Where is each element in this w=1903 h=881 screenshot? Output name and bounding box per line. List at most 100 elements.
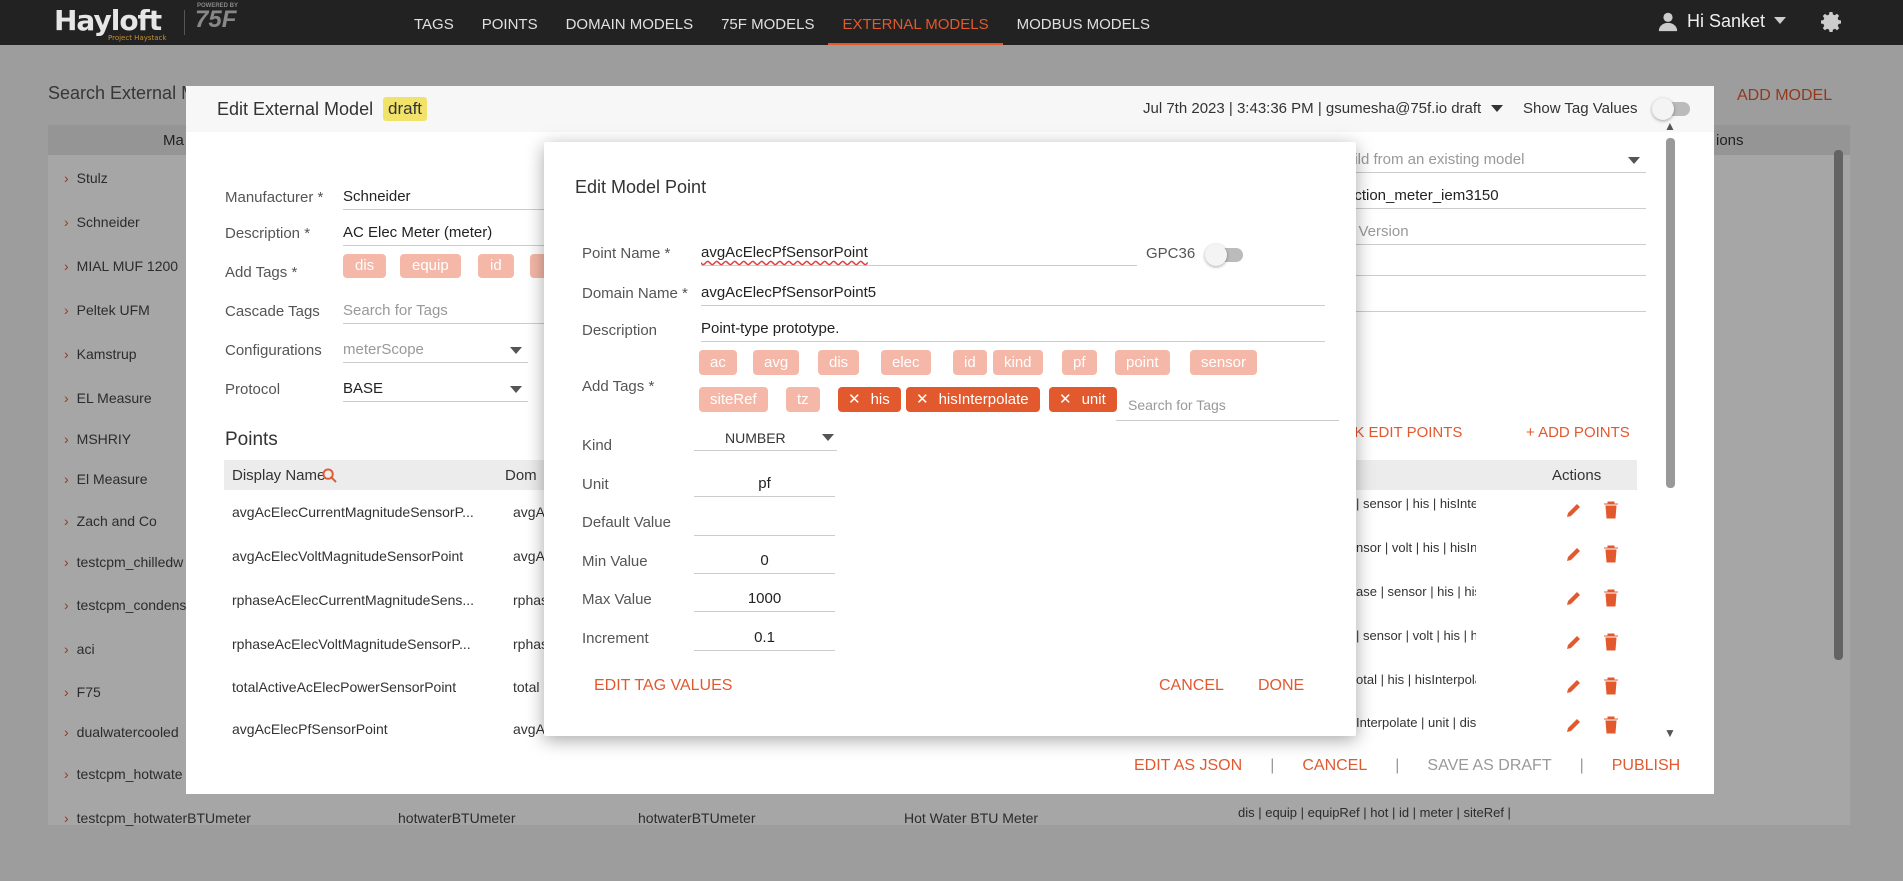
tag-chip-selected[interactable]: ✕ his <box>838 387 901 412</box>
hayloft-logo[interactable]: Hayloft Project Haystack <box>54 4 166 42</box>
version-meta: Jul 7th 2023 | 3:43:36 PM | gsumesha@75f… <box>1143 100 1482 117</box>
point-display-name: avgAcElecPfSensorPoint <box>232 721 388 737</box>
trash-icon[interactable] <box>1603 545 1619 563</box>
main-nav: TAGS POINTS DOMAIN MODELS 75F MODELS EXT… <box>400 0 1164 45</box>
trash-icon[interactable] <box>1603 677 1619 695</box>
cancel-button[interactable]: CANCEL <box>1302 757 1367 775</box>
nav-75f-models[interactable]: 75F MODELS <box>707 0 828 45</box>
build-from-existing-model-select[interactable]: uild from an existing model <box>1346 151 1646 173</box>
nav-tags[interactable]: TAGS <box>400 0 468 45</box>
tag-chip[interactable]: sensor <box>1190 350 1258 375</box>
tag-chip-selected[interactable]: ✕ unit <box>1049 387 1117 412</box>
show-tag-values-toggle[interactable] <box>1651 98 1690 121</box>
gpc36-toggle[interactable] <box>1205 244 1243 266</box>
point-tags: ase | sensor | his | hisInterp <box>1356 584 1476 599</box>
tag-chip[interactable]: id <box>478 254 514 278</box>
pencil-icon[interactable] <box>1565 501 1583 519</box>
bulk-edit-points-button[interactable]: LK EDIT POINTS <box>1346 424 1462 441</box>
trash-icon[interactable] <box>1603 589 1619 607</box>
col-domain: Dom <box>505 467 537 484</box>
nav-external-models[interactable]: EXTERNAL MODELS <box>828 0 1003 45</box>
configurations-select[interactable]: meterScope <box>343 341 528 363</box>
unit-input[interactable]: pf <box>694 475 835 497</box>
add-points-button[interactable]: + ADD POINTS <box>1526 424 1630 441</box>
model-name-field[interactable]: nction_meter_iem3150 <box>1346 187 1646 209</box>
default-value-input[interactable] <box>694 513 835 536</box>
close-icon[interactable]: ✕ <box>1059 391 1072 408</box>
tag-chip[interactable]: equip <box>400 254 461 278</box>
tag-chip[interactable]: point <box>1115 350 1170 375</box>
point-display-name: totalActiveAcElecPowerSensorPoint <box>232 679 457 695</box>
scroll-up-arrow[interactable]: ▲ <box>1664 119 1676 133</box>
trash-icon[interactable] <box>1603 716 1619 734</box>
tag-chip[interactable]: tz <box>786 387 820 412</box>
pencil-icon[interactable] <box>1565 633 1583 651</box>
footer-separator: | <box>1395 757 1400 774</box>
pencil-icon[interactable] <box>1565 589 1583 607</box>
tag-chip[interactable]: avg <box>753 350 800 375</box>
nav-modbus-models[interactable]: MODBUS MODELS <box>1003 0 1164 45</box>
point-tags: | sensor | volt | his | hisInte <box>1356 628 1476 643</box>
right-field-empty[interactable] <box>1346 254 1646 276</box>
right-field-empty[interactable] <box>1346 290 1646 312</box>
scroll-down-arrow[interactable]: ▼ <box>1664 726 1676 740</box>
close-icon[interactable]: ✕ <box>916 391 929 408</box>
publish-button[interactable]: PUBLISH <box>1612 757 1680 775</box>
point-tags: Interpolate | unit | dis | id | <box>1356 715 1476 730</box>
tag-search-input[interactable]: Search for Tags <box>1128 397 1226 413</box>
domain-name-label: Domain Name * <box>582 285 688 302</box>
kind-select[interactable]: NUMBER <box>694 430 837 451</box>
nav-domain-models[interactable]: DOMAIN MODELS <box>552 0 708 45</box>
max-value-input[interactable]: 1000 <box>694 590 835 612</box>
dialog-scrollbar[interactable] <box>1666 138 1675 488</box>
add-tags-label: Add Tags * <box>225 264 298 281</box>
tag-label: unit <box>1081 391 1106 408</box>
tag-chip[interactable]: ac <box>699 350 737 375</box>
manufacturer-label: Manufacturer * <box>225 189 324 206</box>
configurations-value: meterScope <box>343 341 424 358</box>
tag-chip[interactable]: siteRef <box>699 387 768 412</box>
gear-icon[interactable] <box>1820 10 1844 34</box>
increment-input[interactable]: 0.1 <box>694 629 835 651</box>
show-tag-values-label: Show Tag Values <box>1523 100 1638 117</box>
protocol-value: BASE <box>343 380 384 397</box>
col-actions: Actions <box>1552 467 1602 484</box>
increment-label: Increment <box>582 630 649 647</box>
close-icon[interactable]: ✕ <box>848 391 861 408</box>
protocol-label: Protocol <box>225 381 281 398</box>
search-icon[interactable] <box>322 468 337 483</box>
done-button[interactable]: DONE <box>1258 677 1304 695</box>
dialog-footer: EDIT AS JSON | CANCEL | SAVE AS DRAFT | … <box>1134 757 1680 775</box>
save-as-draft-button[interactable]: SAVE AS DRAFT <box>1427 757 1551 775</box>
description-input[interactable]: Point-type prototype. <box>701 320 1325 342</box>
tag-chip[interactable]: id <box>953 350 987 375</box>
tag-chip[interactable]: pf <box>1062 350 1097 375</box>
cancel-button[interactable]: CANCEL <box>1159 677 1224 695</box>
tag-chip[interactable]: kind <box>993 350 1043 375</box>
tag-chip[interactable]: dis <box>343 254 387 278</box>
point-name-input[interactable]: avgAcElecPfSensorPoint <box>701 244 1137 266</box>
tag-chip[interactable]: dis <box>818 350 860 375</box>
add-tags-label: Add Tags * <box>582 378 655 395</box>
trash-icon[interactable] <box>1603 633 1619 651</box>
user-menu[interactable]: Hi Sanket <box>1657 10 1787 32</box>
brand-subtitle: Project Haystack <box>108 34 167 42</box>
tag-chip-selected[interactable]: ✕ hisInterpolate <box>906 387 1040 412</box>
domain-name-input[interactable]: avgAcElecPfSensorPoint5 <box>701 284 1325 306</box>
tag-chip[interactable]: elec <box>881 350 931 375</box>
pencil-icon[interactable] <box>1565 677 1583 695</box>
edit-as-json-button[interactable]: EDIT AS JSON <box>1134 757 1242 775</box>
min-value-input[interactable]: 0 <box>694 552 835 574</box>
pencil-icon[interactable] <box>1565 545 1583 563</box>
nav-points[interactable]: POINTS <box>468 0 552 45</box>
version-field[interactable]: e Version <box>1346 223 1646 245</box>
edit-tag-values-button[interactable]: EDIT TAG VALUES <box>594 677 732 695</box>
default-value-label: Default Value <box>582 514 671 531</box>
pencil-icon[interactable] <box>1565 716 1583 734</box>
point-actions <box>1565 716 1619 734</box>
user-icon <box>1658 12 1678 32</box>
trash-icon[interactable] <box>1603 501 1619 519</box>
version-selector[interactable]: Jul 7th 2023 | 3:43:36 PM | gsumesha@75f… <box>1143 100 1504 117</box>
protocol-select[interactable]: BASE <box>343 380 528 402</box>
chevron-down-icon <box>1628 157 1640 164</box>
